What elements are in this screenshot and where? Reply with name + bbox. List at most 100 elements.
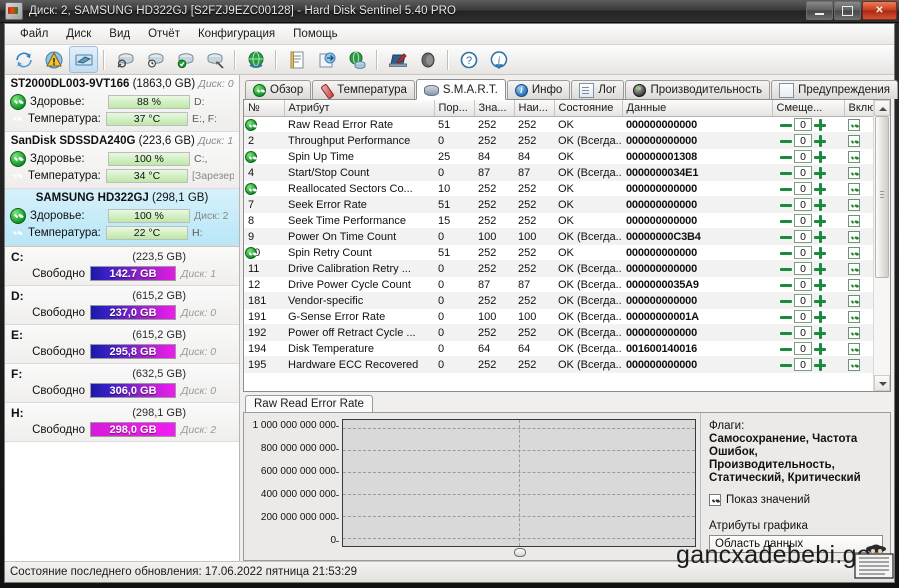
close-button[interactable]: ✕ bbox=[862, 1, 897, 20]
enabled-checkbox[interactable] bbox=[848, 342, 860, 355]
offset-decrement-icon[interactable] bbox=[780, 311, 792, 323]
offset-value[interactable]: 0 bbox=[794, 262, 812, 275]
chart-x-slider[interactable] bbox=[342, 547, 696, 558]
offset-decrement-icon[interactable] bbox=[780, 279, 792, 291]
tab-performance[interactable]: Производительность bbox=[625, 80, 771, 99]
offset-value[interactable]: 0 bbox=[794, 246, 812, 259]
table-row[interactable]: 9 Power On Time Count 0 100 100 OK (Всегда...… bbox=[244, 228, 873, 245]
offset-increment-icon[interactable] bbox=[814, 263, 826, 275]
drive-card-selected[interactable]: SAMSUNG HD322GJ (298,1 GB) Здоровье: 100… bbox=[5, 189, 239, 246]
col-header-worst[interactable]: Наи... bbox=[514, 100, 555, 117]
col-header-enabled[interactable]: Вклю... bbox=[844, 100, 873, 117]
table-row[interactable]: 191 G-Sense Error Rate 0 100 100 OK (Всегда..… bbox=[244, 308, 873, 325]
disk-ok-button[interactable] bbox=[170, 46, 199, 73]
table-row[interactable]: 1Raw Read Error Rate51252252OK0000000000… bbox=[244, 116, 873, 133]
offset-value[interactable]: 0 bbox=[794, 118, 812, 131]
menu-item-disk[interactable]: Диск bbox=[57, 26, 100, 42]
offset-increment-icon[interactable] bbox=[814, 359, 826, 371]
show-values-row[interactable]: Показ значений bbox=[709, 494, 883, 506]
enabled-checkbox[interactable] bbox=[848, 118, 860, 131]
offset-increment-icon[interactable] bbox=[814, 343, 826, 355]
volume-item[interactable]: H: (298,1 GB) Свободно 298,0 GB Диск: 2 bbox=[5, 403, 239, 442]
enabled-checkbox[interactable] bbox=[848, 166, 860, 179]
tab-info[interactable]: i Инфо bbox=[506, 80, 571, 99]
offset-increment-icon[interactable] bbox=[814, 167, 826, 179]
enabled-checkbox[interactable] bbox=[848, 198, 860, 211]
refresh-button[interactable] bbox=[9, 46, 38, 73]
enabled-checkbox[interactable] bbox=[848, 246, 860, 259]
offset-increment-icon[interactable] bbox=[814, 151, 826, 163]
minimize-button[interactable] bbox=[806, 1, 833, 20]
offset-value[interactable]: 0 bbox=[794, 230, 812, 243]
sound-button[interactable] bbox=[413, 46, 442, 73]
scroll-up-button[interactable] bbox=[874, 100, 890, 116]
offset-decrement-icon[interactable] bbox=[780, 343, 792, 355]
tab-log[interactable]: Лог bbox=[571, 80, 625, 99]
table-row[interactable]: 3Spin Up Time258484OK0000000013080 bbox=[244, 148, 873, 165]
warning-button[interactable] bbox=[39, 46, 68, 73]
offset-value[interactable]: 0 bbox=[794, 150, 812, 163]
offset-value[interactable]: 0 bbox=[794, 294, 812, 307]
col-header-data[interactable]: Данные bbox=[622, 100, 773, 117]
offset-value[interactable]: 0 bbox=[794, 182, 812, 195]
disk-info-button[interactable] bbox=[69, 46, 98, 73]
offset-increment-icon[interactable] bbox=[814, 247, 826, 259]
enabled-checkbox[interactable] bbox=[848, 150, 860, 163]
offset-decrement-icon[interactable] bbox=[780, 231, 792, 243]
offset-increment-icon[interactable] bbox=[814, 215, 826, 227]
drive-card[interactable]: ST2000DL003-9VT166 (1863,0 GB) Диск: 0 З… bbox=[5, 75, 239, 132]
offset-value[interactable]: 0 bbox=[794, 326, 812, 339]
chart-attributes-select[interactable]: Область данных bbox=[709, 535, 883, 553]
offset-increment-icon[interactable] bbox=[814, 199, 826, 211]
col-header-num[interactable]: № bbox=[244, 100, 285, 117]
enabled-checkbox[interactable] bbox=[848, 358, 860, 371]
tab-warnings[interactable]: Предупреждения bbox=[771, 80, 899, 99]
offset-decrement-icon[interactable] bbox=[780, 327, 792, 339]
tab-overview[interactable]: Обзор bbox=[245, 80, 312, 99]
network-disk-button[interactable] bbox=[342, 46, 371, 73]
show-values-checkbox[interactable] bbox=[709, 494, 721, 506]
offset-value[interactable]: 0 bbox=[794, 358, 812, 371]
tab-smart[interactable]: S.M.A.R.T. bbox=[415, 79, 506, 100]
export-button[interactable] bbox=[312, 46, 341, 73]
configure-button[interactable] bbox=[383, 46, 412, 73]
volume-item[interactable]: C: (223,5 GB) Свободно 142.7 GB Диск: 1 bbox=[5, 247, 239, 286]
enabled-checkbox[interactable] bbox=[848, 214, 860, 227]
table-row[interactable]: 11 Drive Calibration Retry ... 0 252 252 OK (… bbox=[244, 260, 873, 277]
table-row[interactable]: 2 Throughput Performance 0 252 252 OK (Всегда… bbox=[244, 132, 873, 149]
drive-card[interactable]: SanDisk SDSSDA240G (223,6 GB) Диск: 1 Зд… bbox=[5, 132, 239, 189]
col-header-status[interactable]: Состояние bbox=[554, 100, 623, 117]
offset-value[interactable]: 0 bbox=[794, 198, 812, 211]
table-row[interactable]: 192 Power off Retract Cycle ... 0 252 252 OK … bbox=[244, 324, 873, 341]
offset-decrement-icon[interactable] bbox=[780, 199, 792, 211]
offset-increment-icon[interactable] bbox=[814, 119, 826, 131]
menu-item-configuration[interactable]: Конфигурация bbox=[189, 26, 284, 42]
help-button[interactable]: ? bbox=[454, 46, 483, 73]
enabled-checkbox[interactable] bbox=[848, 326, 860, 339]
offset-increment-icon[interactable] bbox=[814, 183, 826, 195]
chart-plot-area[interactable] bbox=[342, 419, 696, 547]
offset-decrement-icon[interactable] bbox=[780, 295, 792, 307]
offset-decrement-icon[interactable] bbox=[780, 119, 792, 131]
chart-slider-knob[interactable] bbox=[514, 548, 526, 557]
disk-scan-button[interactable] bbox=[200, 46, 229, 73]
disk-test-2-button[interactable] bbox=[140, 46, 169, 73]
chart-tab-raw-read-error-rate[interactable]: Raw Read Error Rate bbox=[245, 395, 373, 412]
table-row[interactable]: 5Reallocated Sectors Co...10252252OK0000… bbox=[244, 180, 873, 197]
col-header-threshold[interactable]: Пор... bbox=[434, 100, 475, 117]
offset-increment-icon[interactable] bbox=[814, 279, 826, 291]
enabled-checkbox[interactable] bbox=[848, 310, 860, 323]
menu-item-view[interactable]: Вид bbox=[100, 26, 139, 42]
offset-decrement-icon[interactable] bbox=[780, 135, 792, 147]
report-button[interactable] bbox=[282, 46, 311, 73]
maximize-button[interactable] bbox=[834, 1, 861, 20]
smart-vertical-scrollbar[interactable] bbox=[873, 100, 890, 391]
table-row[interactable]: 10Spin Retry Count51252252OK000000000000… bbox=[244, 244, 873, 261]
scroll-thumb[interactable] bbox=[875, 116, 889, 278]
offset-value[interactable]: 0 bbox=[794, 342, 812, 355]
col-header-attribute[interactable]: Атрибут bbox=[284, 100, 435, 117]
table-row[interactable]: 195 Hardware ECC Recovered 0 252 252 OK (Всег… bbox=[244, 356, 873, 373]
offset-decrement-icon[interactable] bbox=[780, 215, 792, 227]
enabled-checkbox[interactable] bbox=[848, 262, 860, 275]
offset-value[interactable]: 0 bbox=[794, 166, 812, 179]
